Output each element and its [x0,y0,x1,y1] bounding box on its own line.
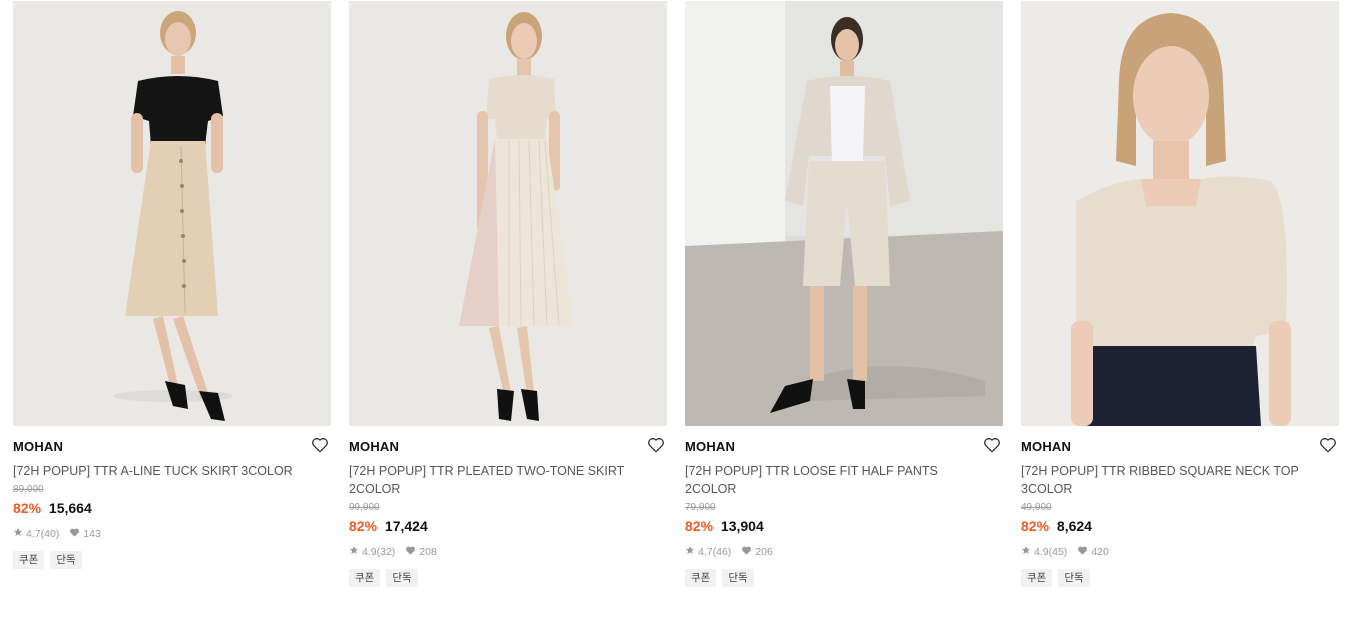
tag-coupon: 쿠폰 [685,569,717,587]
sale-price: 8,624 [1056,518,1092,534]
tag-list: 쿠폰 단독 [1021,569,1339,587]
like-count: 143 [83,528,101,540]
like-count: 208 [419,546,437,558]
product-photo [13,1,331,426]
product-image[interactable] [349,1,667,426]
product-photo [685,1,1003,426]
price-row: 82% 17,424 [349,517,667,535]
sale-price: 17,424 [384,518,428,534]
review-stats: 4.7 (40) 143 [13,527,331,541]
review-count: (32) [376,546,396,558]
discount-rate: 82% [685,518,714,534]
heart-icon[interactable] [983,436,1001,454]
review-count: (40) [40,528,60,540]
price-row: 82% 13,904 [685,517,1003,535]
review-stats: 4.9 (32) 208 [349,545,667,559]
tag-exclusive: 단독 [386,569,418,587]
original-price: 99,000 [349,502,380,513]
original-price: 79,000 [685,502,716,513]
original-price: 89,000 [13,484,44,495]
review-count: (45) [1048,546,1068,558]
rating: 4.7 [698,546,713,558]
heart-filled-icon [741,545,752,560]
product-card[interactable]: MOHAN [72H POPUP] TTR LOOSE FIT HALF PAN… [685,0,1003,587]
rating: 4.9 [362,546,377,558]
product-image[interactable] [1021,1,1339,426]
review-stats: 4.7 (46) 206 [685,545,1003,559]
sale-price: 13,904 [720,518,764,534]
heart-filled-icon [405,545,416,560]
product-photo [349,1,667,426]
heart-icon[interactable] [1319,436,1337,454]
tag-coupon: 쿠폰 [13,551,45,569]
tag-exclusive: 단독 [722,569,754,587]
star-icon [13,527,23,541]
product-name[interactable]: [72H POPUP] TTR RIBBED SQUARE NECK TOP 3… [1021,462,1321,498]
product-name[interactable]: [72H POPUP] TTR A-LINE TUCK SKIRT 3COLOR [13,462,313,480]
product-name[interactable]: [72H POPUP] TTR PLEATED TWO-TONE SKIRT 2… [349,462,649,498]
product-card[interactable]: MOHAN [72H POPUP] TTR PLEATED TWO-TONE S… [349,0,667,587]
heart-icon[interactable] [311,436,329,454]
product-name[interactable]: [72H POPUP] TTR LOOSE FIT HALF PANTS 2CO… [685,462,985,498]
review-count: (46) [712,546,732,558]
star-icon [685,545,695,559]
tag-list: 쿠폰 단독 [685,569,1003,587]
original-price: 49,000 [1021,502,1052,513]
sale-price: 15,664 [48,500,92,516]
brand-name[interactable]: MOHAN [349,439,667,455]
tag-coupon: 쿠폰 [349,569,381,587]
heart-icon[interactable] [647,436,665,454]
product-card[interactable]: MOHAN [72H POPUP] TTR RIBBED SQUARE NECK… [1021,0,1339,587]
like-count: 420 [1091,546,1109,558]
star-icon [1021,545,1031,559]
price-row: 82% 8,624 [1021,517,1339,535]
heart-filled-icon [1077,545,1088,560]
price-row: 82% 15,664 [13,499,331,517]
rating: 4.7 [26,528,41,540]
brand-name[interactable]: MOHAN [685,439,1003,455]
tag-list: 쿠폰 단독 [13,551,331,569]
heart-filled-icon [69,527,80,542]
product-grid: MOHAN [72H POPUP] TTR A-LINE TUCK SKIRT … [0,0,1345,624]
product-photo [1021,1,1339,426]
product-image[interactable] [13,1,331,426]
review-stats: 4.9 (45) 420 [1021,545,1339,559]
rating: 4.9 [1034,546,1049,558]
brand-name[interactable]: MOHAN [1021,439,1339,455]
star-icon [349,545,359,559]
discount-rate: 82% [349,518,378,534]
tag-coupon: 쿠폰 [1021,569,1053,587]
brand-name[interactable]: MOHAN [13,439,331,455]
tag-list: 쿠폰 단독 [349,569,667,587]
discount-rate: 82% [13,500,42,516]
like-count: 206 [755,546,773,558]
product-card[interactable]: MOHAN [72H POPUP] TTR A-LINE TUCK SKIRT … [13,0,331,569]
tag-exclusive: 단독 [1058,569,1090,587]
discount-rate: 82% [1021,518,1050,534]
tag-exclusive: 단독 [50,551,82,569]
product-image[interactable] [685,1,1003,426]
